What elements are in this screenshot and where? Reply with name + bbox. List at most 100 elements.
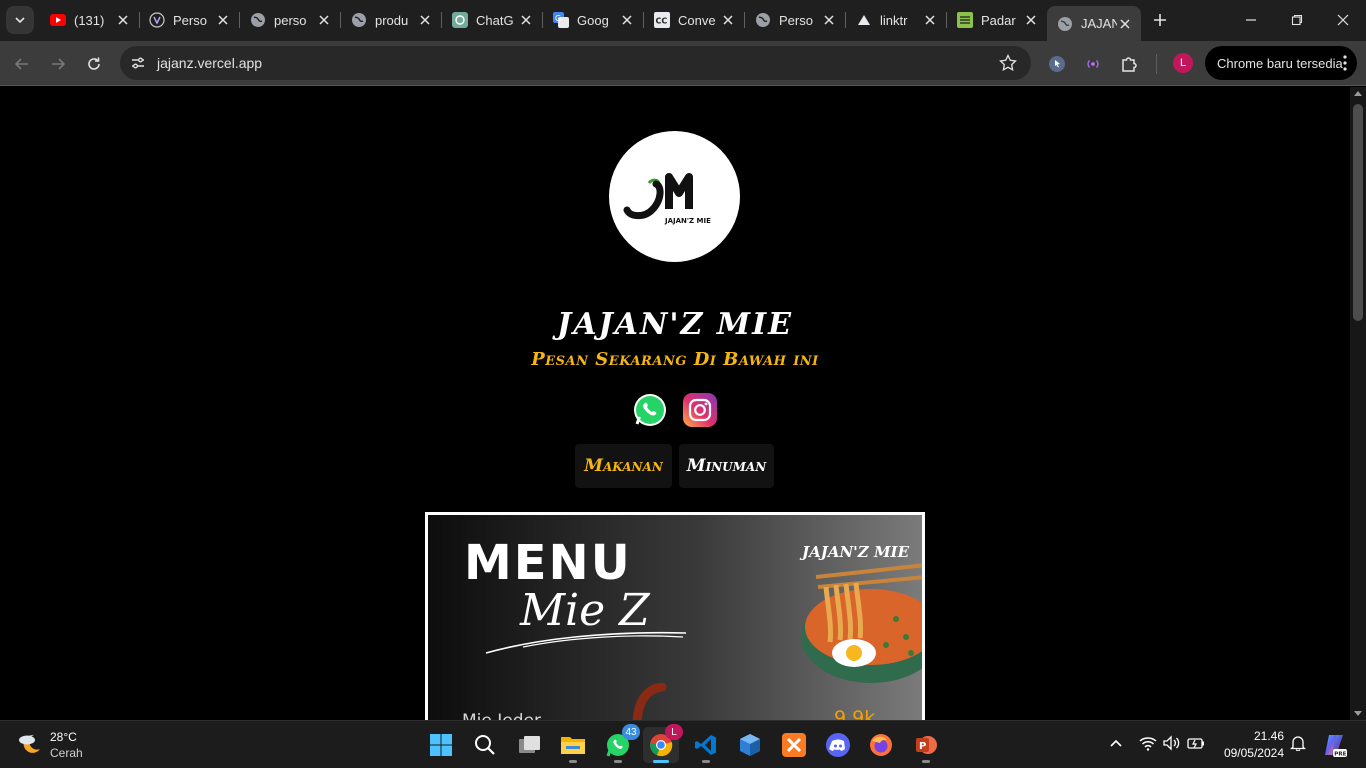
taskbar-xampp[interactable] [776,727,812,763]
close-window-button[interactable] [1331,8,1355,32]
folder-icon [561,737,585,754]
chili-illustration [632,683,667,720]
globe-icon [351,12,367,28]
arrow-left-icon [14,58,28,70]
taskbar-start-button[interactable] [423,727,459,763]
minimize-button[interactable] [1239,8,1263,32]
close-icon[interactable] [115,12,131,28]
tab-title: perso [274,12,307,28]
puzzle-icon [1122,57,1137,72]
task-view-icon [519,736,540,753]
close-icon[interactable] [518,12,534,28]
taskbar-discord[interactable] [820,727,856,763]
menu-heading: MENU [464,535,632,591]
tab-youtube[interactable]: (131) [40,6,140,34]
close-icon[interactable] [821,12,837,28]
menu-swash-decoration [485,631,687,654]
google-translate-icon: G [553,12,569,28]
taskbar-task-view-button[interactable] [512,727,548,763]
more-vert-icon[interactable] [1343,55,1347,71]
logo-text: JAJAN'Z MIE [664,217,711,225]
tab-linktree[interactable]: linktr [846,6,947,34]
windows-taskbar: 28°C Cerah 43 L P 21.46 09/05/2024 PRE [0,720,1366,768]
tab-chatgpt[interactable]: ChatG [442,6,543,34]
vite-icon [149,12,165,28]
search-icon [475,735,495,755]
cc-icon: CC [654,12,670,28]
noodle-bowl-illustration [801,563,922,683]
taskbar-copilot[interactable]: PRE [1316,727,1352,763]
tab-strip: (131) Perso perso produ ChatG G Goog CC … [0,0,1366,41]
taskbar-search-button[interactable] [467,727,503,763]
tab-jajanz-active[interactable]: JAJAN [1047,6,1141,41]
taskbar-file-explorer[interactable] [555,727,591,763]
forward-button[interactable] [44,50,72,78]
tray-wifi[interactable] [1138,733,1158,753]
category-minuman-button[interactable]: Minuman [679,444,774,488]
tab-search-button[interactable] [6,6,34,34]
instagram-link[interactable] [682,392,718,428]
tray-overflow-button[interactable] [1106,733,1126,753]
extension-broadcast-button[interactable] [1081,52,1105,76]
extension-cursor-button[interactable] [1045,52,1069,76]
running-indicator [569,760,577,763]
restore-button[interactable] [1285,8,1309,32]
tab-perso[interactable]: perso [240,6,341,34]
clock-time[interactable]: 21.46 [1218,729,1284,743]
tab-title: produ [375,12,409,28]
taskbar-powerpoint[interactable]: P [908,727,944,763]
xampp-icon [782,733,806,757]
page-title: JAJAN'Z MIE [557,307,793,342]
scroll-down-arrow[interactable] [1354,711,1362,716]
taskbar-virtualbox[interactable] [732,727,768,763]
taskbar-vscode[interactable] [688,727,724,763]
close-icon[interactable] [619,12,635,28]
clock-date[interactable]: 09/05/2024 [1218,746,1284,760]
bookmark-star-icon[interactable] [999,54,1017,72]
reload-button[interactable] [80,50,108,78]
new-tab-button[interactable] [1148,8,1172,32]
tab-convert[interactable]: CC Conve [644,6,745,34]
menu-item-price: 9.9k [834,707,876,720]
vercel-icon [856,12,872,28]
tray-volume[interactable] [1162,733,1182,753]
close-icon[interactable] [922,12,938,28]
tab-google-translate[interactable]: G Goog [543,6,644,34]
tab-produ[interactable]: produ [341,6,442,34]
tab-title: linktr [880,12,908,28]
chrome-update-button[interactable]: Chrome baru tersedia [1205,46,1357,80]
svg-text:P: P [919,741,926,752]
taskbar-firefox[interactable] [863,727,899,763]
discord-icon [826,733,850,757]
site-settings-icon[interactable] [128,53,148,73]
weather-temperature: 28°C [50,730,77,744]
vscode-icon [695,735,716,755]
close-icon[interactable] [1023,12,1039,28]
scrollbar-thumb[interactable] [1353,104,1363,321]
chatgpt-icon [452,12,468,28]
notification-badge: 43 [622,724,640,740]
volume-icon [1163,735,1180,751]
whatsapp-link[interactable] [632,392,668,428]
close-icon[interactable] [316,12,332,28]
page-scrollbar[interactable] [1350,87,1366,720]
svg-text:PRE: PRE [1334,751,1346,757]
tray-notifications[interactable] [1288,733,1308,753]
close-icon[interactable] [720,12,736,28]
tab-perso-vite[interactable]: Perso [139,6,240,34]
taskbar-whatsapp[interactable]: 43 [600,724,640,763]
tab-perso-2[interactable]: Perso [745,6,846,34]
scroll-up-arrow[interactable] [1354,91,1362,96]
close-icon[interactable] [215,12,231,28]
close-icon[interactable] [417,12,433,28]
category-makanan-button[interactable]: Makanan [575,444,672,488]
profile-avatar[interactable]: L [1173,53,1193,73]
minimize-icon [1246,19,1256,21]
address-bar[interactable]: jajanz.vercel.app [120,46,1031,80]
tab-padar[interactable]: Padar [947,6,1047,34]
back-button[interactable] [8,50,36,78]
tray-battery[interactable] [1186,733,1206,753]
taskbar-chrome[interactable]: L [643,724,683,763]
close-icon[interactable] [1117,16,1133,32]
extensions-button[interactable] [1117,52,1141,76]
